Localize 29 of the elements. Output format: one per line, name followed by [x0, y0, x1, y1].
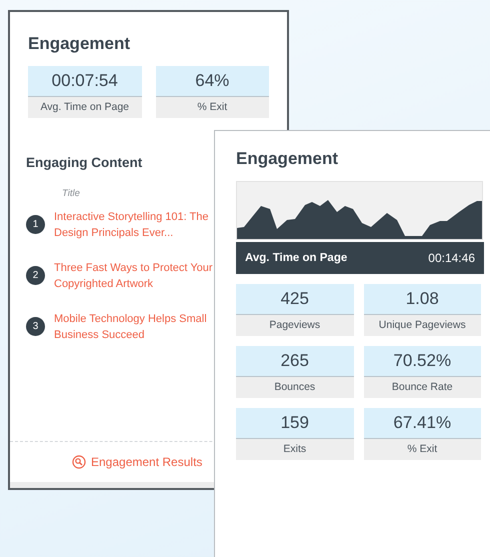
panel-title: Engagement: [236, 149, 340, 169]
content-link[interactable]: Three Fast Ways to Protect Your Copyrighted Artwork: [54, 260, 214, 292]
stat-value: 159: [236, 408, 354, 439]
results-link[interactable]: Engagement Results: [72, 455, 202, 469]
stat-label: % Exit: [156, 97, 269, 118]
stat-value: 1.08: [364, 284, 481, 315]
stat-label: Bounces: [236, 377, 354, 398]
stat-label: Unique Pageviews: [364, 315, 481, 336]
stat-value: 67.41%: [364, 408, 481, 439]
search-icon: [72, 455, 86, 469]
stat-label: Avg. Time on Page: [28, 97, 142, 118]
content-link[interactable]: Interactive Storytelling 101: The Design Principals Ever...: [54, 209, 214, 241]
stat-label: Bounce Rate: [364, 377, 481, 398]
stat-value: 64%: [156, 66, 269, 97]
stat-value: 00:07:54: [28, 66, 142, 97]
stat-value: 425: [236, 284, 354, 315]
chart-value: 00:14:46: [428, 251, 475, 265]
rank-badge: 3: [26, 317, 45, 336]
content-link[interactable]: Mobile Technology Helps Small Business Succeed: [54, 311, 214, 343]
chart-label: Avg. Time on Page: [245, 252, 348, 264]
rank-badge: 1: [26, 215, 45, 234]
stat-value: 70.52%: [364, 346, 481, 377]
stat-value: 265: [236, 346, 354, 377]
panel-title: Engagement: [28, 34, 132, 54]
stat-label: Pageviews: [236, 315, 354, 336]
stat-label: Exits: [236, 439, 354, 460]
rank-badge: 2: [26, 266, 45, 285]
column-header: Title: [62, 188, 81, 199]
stat-label: % Exit: [364, 439, 481, 460]
